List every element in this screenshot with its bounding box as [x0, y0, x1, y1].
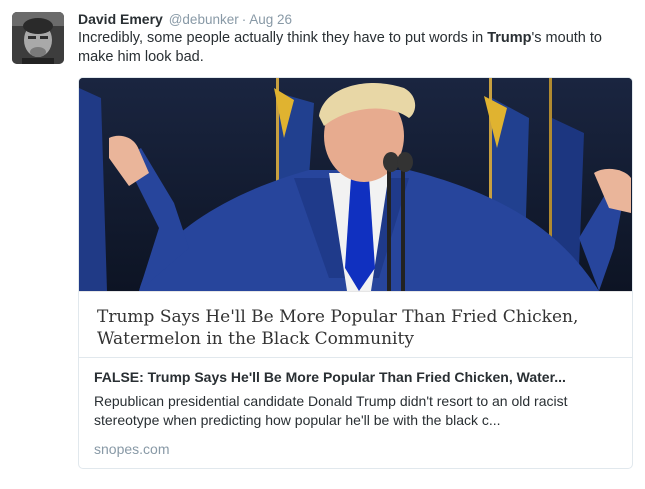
- card-domain[interactable]: snopes.com: [94, 440, 169, 458]
- link-card[interactable]: Trump Says He'll Be More Popular Than Fr…: [78, 77, 633, 469]
- tweet-text: Incredibly, some people actually think t…: [78, 29, 638, 67]
- card-image-headline-line1: Trump Says He'll Be More Popular Than Fr…: [97, 307, 579, 327]
- author-handle[interactable]: @debunker: [169, 12, 239, 27]
- speaker-photo-icon: [79, 78, 632, 291]
- avatar-photo-icon: [12, 12, 64, 64]
- card-image-headline-text: Trump Says He'll Be More Popular Than Fr…: [97, 306, 622, 350]
- author-name[interactable]: David Emery: [78, 11, 163, 27]
- card-image[interactable]: [79, 78, 632, 291]
- tweet-header: David Emery @debunker · Aug 26: [78, 10, 292, 29]
- card-description: Republican presidential candidate Donald…: [94, 393, 568, 428]
- tweet-text-start: Incredibly, some people actually think t…: [78, 30, 488, 46]
- tweet-text-highlight[interactable]: Trump: [487, 30, 531, 46]
- card-divider: [79, 357, 632, 358]
- author-avatar[interactable]: [12, 12, 64, 64]
- card-image-headline: Trump Says He'll Be More Popular Than Fr…: [79, 291, 632, 357]
- tweet-date[interactable]: Aug 26: [249, 12, 292, 27]
- card-image-headline-line2: Watermelon in the Black Community: [97, 329, 414, 349]
- card-title[interactable]: FALSE: Trump Says He'll Be More Popular …: [94, 368, 619, 386]
- header-separator: ·: [241, 12, 247, 27]
